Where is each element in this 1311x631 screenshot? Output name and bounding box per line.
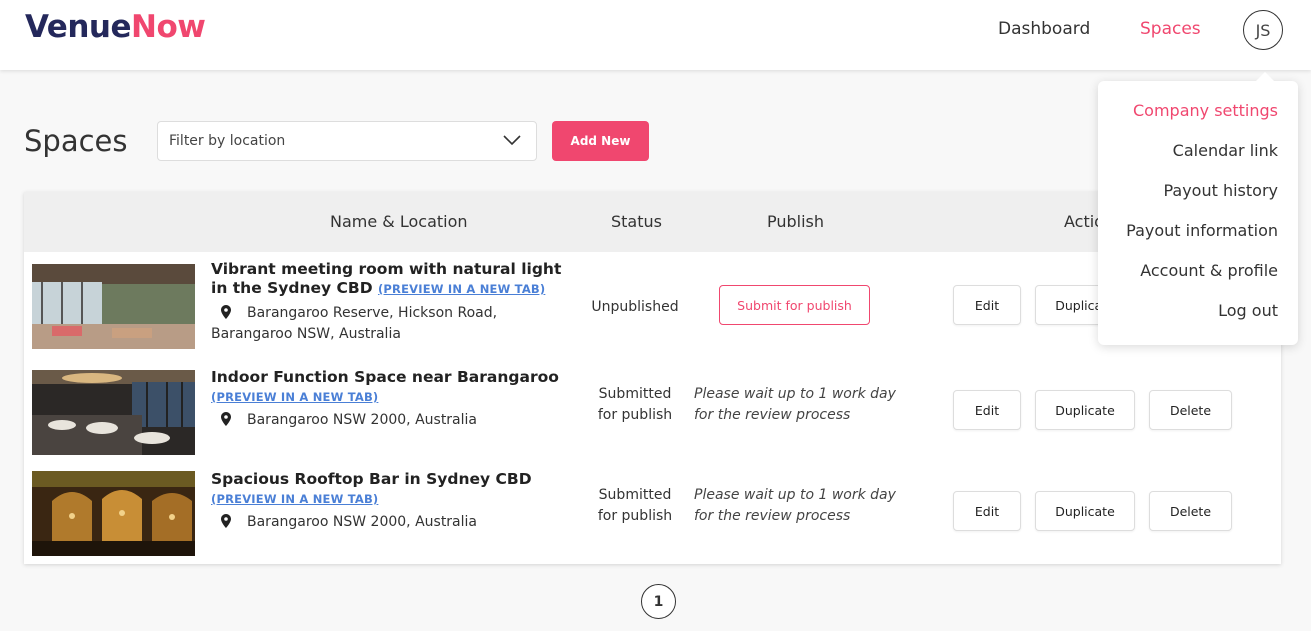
address-text: Barangaroo NSW 2000, Australia: [247, 514, 477, 530]
menu-payout-information[interactable]: Payout information: [1126, 221, 1278, 240]
logo-part1: Venue: [25, 9, 132, 45]
menu-log-out[interactable]: Log out: [1218, 301, 1278, 320]
location-filter-select[interactable]: Filter by location: [157, 121, 537, 161]
note-line2: for the review process: [694, 407, 851, 423]
space-title: Spacious Rooftop Bar in Sydney CBD (PREV…: [211, 470, 576, 509]
menu-company-settings[interactable]: Company settings: [1133, 101, 1278, 120]
delete-button[interactable]: Delete: [1149, 491, 1232, 531]
duplicate-button[interactable]: Duplicate: [1035, 390, 1135, 430]
review-note: Please wait up to 1 work day for the rev…: [694, 485, 896, 527]
note-line1: Please wait up to 1 work day: [694, 487, 896, 503]
spaces-table: Name & Location Status Publish Actions V…: [24, 192, 1281, 564]
top-header: VenueNow Dashboard Spaces JS: [0, 0, 1311, 70]
space-thumbnail[interactable]: [32, 471, 195, 556]
preview-link[interactable]: (PREVIEW IN A NEW TAB): [211, 390, 378, 404]
delete-button[interactable]: Delete: [1149, 390, 1232, 430]
status-text: Submitted for publish: [590, 485, 680, 527]
status-line1: Submitted: [598, 487, 672, 503]
status-text: Submitted for publish: [590, 384, 680, 426]
status-line1: Submitted: [598, 386, 672, 402]
space-title: Vibrant meeting room with natural light …: [211, 260, 576, 299]
table-row: Spacious Rooftop Bar in Sydney CBD (PREV…: [24, 462, 1281, 564]
header-status: Status: [611, 212, 662, 231]
nav-spaces[interactable]: Spaces: [1140, 19, 1201, 39]
review-note: Please wait up to 1 work day for the rev…: [694, 384, 896, 426]
address-text: Barangaroo Reserve, Hickson Road, Barang…: [211, 305, 498, 342]
edit-button[interactable]: Edit: [953, 491, 1021, 531]
edit-button[interactable]: Edit: [953, 390, 1021, 430]
header-name-location: Name & Location: [330, 212, 468, 231]
space-address: Barangaroo NSW 2000, Australia: [211, 512, 571, 533]
chevron-down-icon: [503, 135, 521, 146]
space-thumbnail[interactable]: [32, 370, 195, 455]
header-publish: Publish: [767, 212, 825, 231]
status-line2: for publish: [597, 508, 673, 524]
submit-for-publish-button[interactable]: Submit for publish: [719, 285, 870, 325]
duplicate-button[interactable]: Duplicate: [1035, 491, 1135, 531]
pagination-page-1[interactable]: 1: [641, 584, 676, 619]
space-title-text: Spacious Rooftop Bar in Sydney CBD: [211, 470, 532, 488]
edit-button[interactable]: Edit: [953, 285, 1021, 325]
menu-account-profile[interactable]: Account & profile: [1140, 261, 1278, 280]
menu-payout-history[interactable]: Payout history: [1163, 181, 1278, 200]
menu-calendar-link[interactable]: Calendar link: [1173, 141, 1278, 160]
space-address: Barangaroo NSW 2000, Australia: [211, 410, 571, 431]
venuenow-logo[interactable]: VenueNow: [25, 9, 206, 45]
filter-placeholder: Filter by location: [169, 133, 286, 149]
note-line1: Please wait up to 1 work day: [694, 386, 896, 402]
space-title-text: Indoor Function Space near Barangaroo: [211, 368, 559, 386]
preview-link[interactable]: (PREVIEW IN A NEW TAB): [211, 492, 378, 506]
space-thumbnail[interactable]: [32, 264, 195, 349]
nav-dashboard[interactable]: Dashboard: [998, 19, 1090, 39]
note-line2: for the review process: [694, 508, 851, 524]
space-address: Barangaroo Reserve, Hickson Road, Barang…: [211, 303, 571, 345]
user-avatar-button[interactable]: JS: [1243, 10, 1283, 50]
status-text: Unpublished: [591, 299, 679, 315]
table-header: Name & Location Status Publish Actions: [24, 192, 1281, 252]
logo-part2: Now: [131, 9, 206, 45]
user-menu-dropdown: Company settings Calendar link Payout hi…: [1098, 81, 1298, 345]
table-row: Indoor Function Space near Barangaroo (P…: [24, 360, 1281, 462]
preview-link[interactable]: (PREVIEW IN A NEW TAB): [378, 282, 545, 296]
dropdown-arrow: [1255, 72, 1275, 82]
table-row: Vibrant meeting room with natural light …: [24, 252, 1281, 360]
page-title: Spaces: [24, 124, 128, 158]
status-line2: for publish: [597, 407, 673, 423]
space-title: Indoor Function Space near Barangaroo (P…: [211, 368, 576, 407]
add-new-button[interactable]: Add New: [552, 121, 649, 161]
address-text: Barangaroo NSW 2000, Australia: [247, 412, 477, 428]
